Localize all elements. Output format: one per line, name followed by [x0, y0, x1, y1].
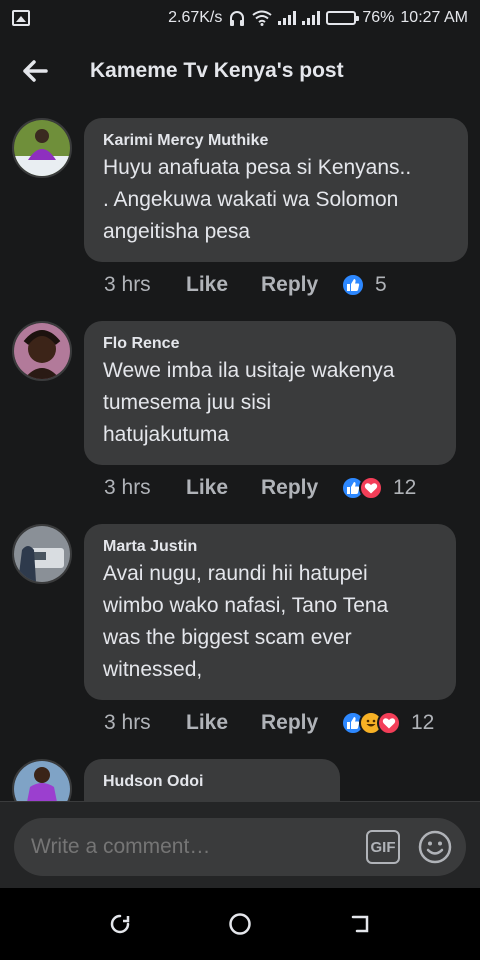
home-icon [229, 913, 251, 935]
post-header: Kameme Tv Kenya's post [0, 36, 480, 106]
signal-icon-2 [302, 11, 321, 25]
recent-apps-icon [110, 914, 130, 934]
comment-author[interactable]: Flo Rence [103, 333, 438, 355]
home-button[interactable] [220, 904, 260, 944]
comment-actions: 3 hrs Like Reply 5 [104, 270, 387, 300]
avatar[interactable] [12, 118, 72, 178]
emoji-icon[interactable] [418, 830, 452, 864]
battery-percent: 76% [362, 9, 395, 26]
comment-text: Wewe imba ila usitaje wakenya tumesema j… [103, 359, 395, 446]
reply-button[interactable]: Reply [261, 711, 341, 735]
comment-author[interactable]: Marta Justin [103, 536, 438, 558]
comment-bubble[interactable]: Flo Rence Wewe imba ila usitaje wakenya … [84, 321, 456, 465]
comment-text: Huyu anafuata pesa si Kenyans.. . Angeku… [103, 156, 412, 243]
reaction-summary[interactable]: 12 [341, 711, 434, 735]
avatar[interactable] [12, 524, 72, 584]
comment-text: Avai nugu, raundi hii hatupei wimbo wako… [103, 562, 389, 681]
avatar-image [14, 120, 70, 176]
comment-bubble[interactable]: Karimi Mercy Muthike Huyu anafuata pesa … [84, 118, 468, 262]
comment-bubble[interactable]: Marta Justin Avai nugu, raundi hii hatup… [84, 524, 456, 700]
comment-composer[interactable]: GIF [14, 818, 466, 876]
love-reaction-icon [359, 476, 383, 500]
comment-author[interactable]: Karimi Mercy Muthike [103, 130, 450, 152]
reaction-count: 12 [393, 476, 417, 499]
battery-icon [326, 11, 360, 25]
network-speed: 2.67K/s [168, 9, 223, 26]
love-reaction-icon [377, 711, 401, 735]
comment-list[interactable]: Karimi Mercy Muthike Huyu anafuata pesa … [0, 106, 480, 801]
clock: 10:27 AM [400, 9, 468, 26]
back-nav-icon [351, 915, 369, 933]
avatar-image [14, 526, 70, 582]
comment-actions: 3 hrs Like Reply 12 [104, 473, 416, 503]
like-button[interactable]: Like [186, 711, 261, 735]
like-button[interactable]: Like [186, 273, 261, 297]
reaction-count: 12 [411, 711, 435, 734]
reply-button[interactable]: Reply [261, 273, 341, 297]
comment-input[interactable] [31, 835, 366, 859]
reaction-count: 5 [375, 273, 387, 296]
recent-apps-button[interactable] [100, 904, 140, 944]
signal-icon [278, 11, 297, 25]
comment-bubble[interactable]: Hudson Odoi [84, 759, 340, 801]
back-nav-button[interactable] [340, 904, 380, 944]
comment-time[interactable]: 3 hrs [104, 711, 186, 735]
wifi-icon [252, 10, 272, 26]
like-button[interactable]: Like [186, 476, 261, 500]
page-title: Kameme Tv Kenya's post [90, 59, 344, 82]
headphones-icon [230, 11, 245, 26]
gallery-notification-icon [12, 10, 30, 26]
avatar-image [14, 323, 70, 379]
system-nav-bar [0, 888, 480, 960]
comment-time[interactable]: 3 hrs [104, 273, 186, 297]
gif-button[interactable]: GIF [366, 830, 400, 864]
back-arrow-icon [23, 60, 48, 82]
status-bar: 2.67K/s 76% 10:27 AM [0, 0, 480, 36]
comment-actions: 3 hrs Like Reply 12 [104, 708, 434, 738]
avatar[interactable] [12, 759, 72, 801]
reply-button[interactable]: Reply [261, 476, 341, 500]
avatar[interactable] [12, 321, 72, 381]
back-button[interactable] [0, 36, 70, 106]
comment-time[interactable]: 3 hrs [104, 476, 186, 500]
reaction-summary[interactable]: 12 [341, 476, 416, 500]
comment-author[interactable]: Hudson Odoi [103, 771, 322, 793]
comment-composer-area: GIF [0, 801, 480, 888]
reaction-summary[interactable]: 5 [341, 273, 387, 297]
like-reaction-icon [341, 273, 365, 297]
avatar-image [14, 761, 70, 801]
